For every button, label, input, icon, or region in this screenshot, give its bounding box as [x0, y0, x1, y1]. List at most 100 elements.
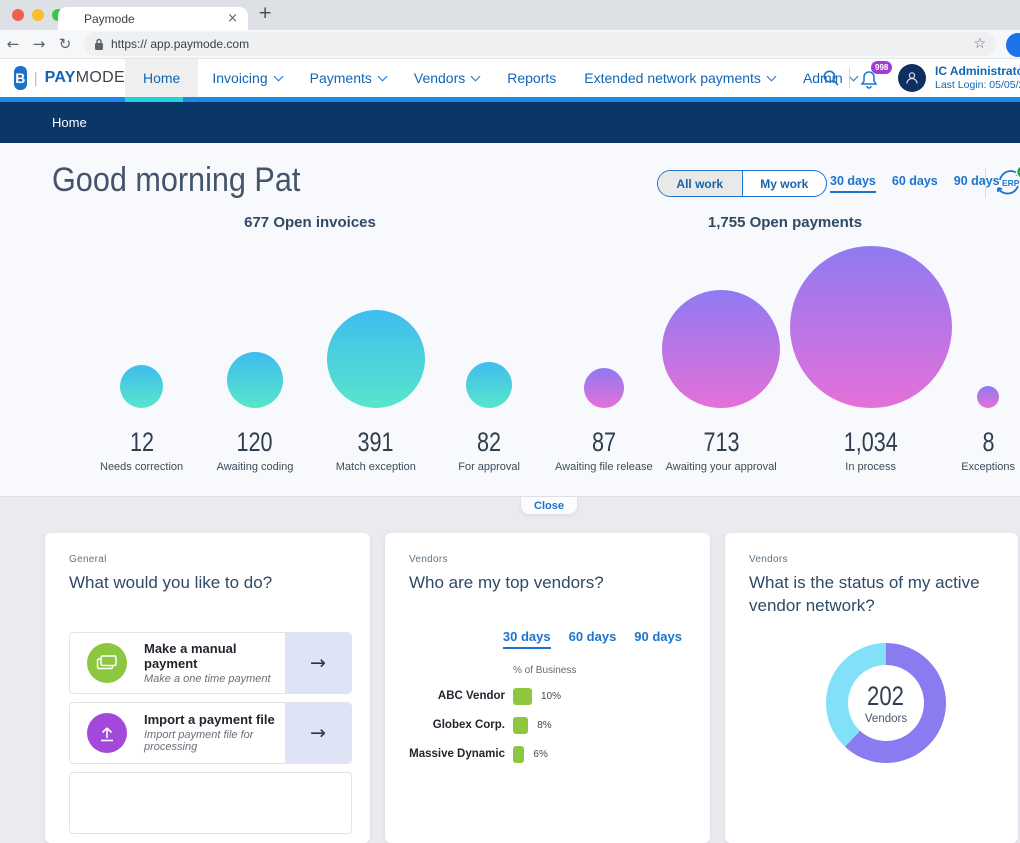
- nav-divider: [849, 68, 850, 88]
- reload-icon[interactable]: ↻: [52, 35, 78, 53]
- payment-stat-exceptions[interactable]: 8 Exceptions: [961, 386, 1015, 473]
- bubble[interactable]: [584, 368, 624, 408]
- action-arrow-button[interactable]: →: [285, 633, 351, 693]
- window-controls[interactable]: [12, 9, 64, 21]
- action-row-partial[interactable]: [69, 772, 352, 834]
- donut-center: 202 Vendors: [848, 665, 924, 741]
- stat-label: Needs correction: [100, 461, 183, 473]
- nav-item-home[interactable]: Home: [125, 59, 198, 97]
- nav-right-cluster: 998 IC Administrator Last Login: 05/05/2…: [822, 59, 1020, 97]
- stat-value: 713: [703, 427, 739, 458]
- user-avatar[interactable]: [898, 64, 926, 92]
- user-name: IC Administrator: [935, 64, 1020, 79]
- back-icon[interactable]: ←: [0, 35, 26, 53]
- action-subtitle: Import payment file for processing: [144, 729, 285, 753]
- forward-icon[interactable]: →: [26, 35, 52, 53]
- nav-item-extended-network-payments[interactable]: Extended network payments: [570, 59, 789, 97]
- bubble[interactable]: [466, 362, 512, 408]
- payment-stat-in-process[interactable]: 1,034 In process: [790, 246, 952, 473]
- invoice-stat-for-approval[interactable]: 82 For approval: [458, 362, 520, 473]
- action-subtitle: Make a one time payment: [144, 673, 285, 685]
- invoice-stat-awaiting-coding[interactable]: 120 Awaiting coding: [217, 352, 294, 473]
- notifications-button[interactable]: 998: [859, 63, 889, 93]
- card-category: General: [69, 554, 352, 565]
- bubble[interactable]: [977, 386, 999, 408]
- action-arrow-button[interactable]: →: [285, 703, 351, 763]
- browser-toolbar: ← → ↻ https:// app.paymode.com ☆: [0, 30, 1020, 59]
- invoice-stat-match-exception[interactable]: 391 Match exception: [327, 310, 425, 473]
- stat-value: 391: [358, 427, 394, 458]
- open-invoices-group: 677 Open invoices 12 Needs correction 12…: [100, 143, 520, 497]
- vendor-row[interactable]: ABC Vendor 10%: [409, 688, 686, 705]
- bubble[interactable]: [227, 352, 283, 408]
- logo-divider: |: [34, 70, 38, 87]
- day-filter-90[interactable]: 90 days: [634, 629, 682, 649]
- arrow-right-icon: →: [310, 722, 326, 744]
- chevron-down-icon: [273, 72, 283, 82]
- action-text: Import a payment file Import payment fil…: [144, 712, 285, 753]
- open-payments-group: 1,755 Open payments 87 Awaiting file rel…: [555, 143, 1015, 497]
- action-text: Make a manual payment Make a one time pa…: [144, 641, 285, 685]
- vendor-network-donut-chart[interactable]: 202 Vendors: [826, 643, 946, 763]
- user-last-login: Last Login: 05/05/20: [935, 79, 1020, 92]
- open-payments-title: 1,755 Open payments: [555, 214, 1015, 231]
- donut-value: 202: [868, 681, 905, 712]
- browser-tab[interactable]: Paymode ×: [58, 7, 248, 30]
- bubble[interactable]: [790, 246, 952, 408]
- card-what-would-you-like-to-do: General What would you like to do? Make …: [45, 533, 370, 843]
- day-filter-30[interactable]: 30 days: [503, 629, 551, 649]
- stat-label: Match exception: [336, 461, 416, 473]
- invoice-stat-needs-correction[interactable]: 12 Needs correction: [100, 365, 183, 473]
- nav-item-invoicing[interactable]: Invoicing: [198, 59, 295, 97]
- bookmark-star-icon[interactable]: ☆: [973, 36, 986, 52]
- nav-item-payments[interactable]: Payments: [296, 59, 400, 97]
- card-category: Vendors: [409, 554, 686, 565]
- chevron-down-icon: [471, 72, 481, 82]
- address-bar[interactable]: https:// app.paymode.com ☆: [84, 32, 996, 56]
- new-tab-button[interactable]: +: [258, 3, 272, 23]
- close-button[interactable]: Close: [520, 497, 578, 515]
- vendor-percent: 10%: [541, 691, 561, 702]
- stat-value: 12: [130, 427, 154, 458]
- search-icon[interactable]: [822, 69, 840, 87]
- day-filter-60[interactable]: 60 days: [569, 629, 617, 649]
- vendor-row[interactable]: Globex Corp. 8%: [409, 717, 686, 734]
- action-title: Import a payment file: [144, 712, 285, 727]
- invoices-bubble-chart: 12 Needs correction 120 Awaiting coding …: [100, 243, 520, 473]
- bubble[interactable]: [662, 290, 780, 408]
- paymode-logo[interactable]: B | PAYMODE: [0, 59, 125, 97]
- chevron-down-icon: [766, 72, 776, 82]
- check-badge: [1017, 166, 1020, 179]
- hero-section: Good morning Pat All work My work 30 day…: [0, 143, 1020, 497]
- bar-chart-column-header: % of Business: [513, 665, 686, 676]
- window-close-button[interactable]: [12, 9, 24, 21]
- vendor-name: Massive Dynamic: [409, 748, 505, 760]
- card-title: What would you like to do?: [69, 572, 352, 595]
- tab-close-icon[interactable]: ×: [227, 11, 238, 26]
- person-icon: [904, 70, 920, 86]
- window-minimize-button[interactable]: [32, 9, 44, 21]
- user-meta[interactable]: IC Administrator Last Login: 05/05/20: [935, 64, 1020, 92]
- vendor-percent: 6%: [533, 749, 547, 760]
- payment-stat-awaiting-file-release[interactable]: 87 Awaiting file release: [555, 368, 653, 473]
- stat-value: 87: [592, 427, 616, 458]
- payments-bubble-chart: 87 Awaiting file release 713 Awaiting yo…: [555, 243, 1015, 473]
- bubble[interactable]: [120, 365, 163, 408]
- stat-value: 82: [477, 427, 501, 458]
- breadcrumb[interactable]: Home: [52, 115, 87, 130]
- lock-icon: [94, 38, 104, 51]
- card-title: Who are my top vendors?: [409, 572, 686, 595]
- vendor-bar: [513, 688, 532, 705]
- logo-mark: B: [14, 66, 27, 90]
- vendor-row[interactable]: Massive Dynamic 6%: [409, 746, 686, 763]
- action-make-manual-payment[interactable]: Make a manual payment Make a one time pa…: [69, 632, 352, 694]
- notification-badge: 998: [871, 61, 892, 74]
- nav-item-reports[interactable]: Reports: [493, 59, 570, 97]
- nav-item-vendors[interactable]: Vendors: [400, 59, 493, 97]
- bubble[interactable]: [327, 310, 425, 408]
- chevron-down-icon: [377, 72, 387, 82]
- stat-label: For approval: [458, 461, 520, 473]
- payment-stat-awaiting-your-approval[interactable]: 713 Awaiting your approval: [662, 290, 780, 473]
- action-import-payment-file[interactable]: Import a payment file Import payment fil…: [69, 702, 352, 764]
- card-top-vendors: Vendors Who are my top vendors? 30 days …: [385, 533, 710, 843]
